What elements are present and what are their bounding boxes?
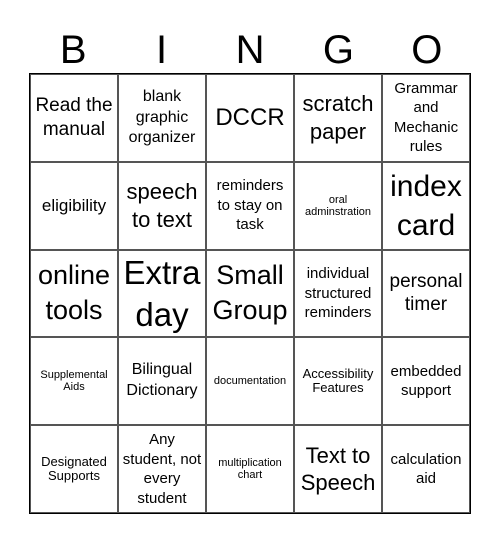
header-letter-g: G: [322, 28, 354, 72]
bingo-cell[interactable]: DCCR: [206, 74, 294, 162]
bingo-cell-label: index card: [390, 169, 462, 242]
bingo-cell[interactable]: blank graphic organizer: [118, 74, 206, 162]
bingo-cell-label: Accessibility Features: [302, 365, 374, 396]
header-letter-b: B: [59, 28, 87, 72]
bingo-cell-label: oral adminstration: [304, 193, 372, 218]
header-letter-n: N: [235, 28, 265, 72]
bingo-header: B I N G O: [29, 28, 471, 72]
bingo-cell-label: Bilingual Dictionary: [126, 361, 198, 400]
bingo-cell[interactable]: Supplemental Aids: [30, 337, 118, 426]
bingo-cell[interactable]: Small Group: [206, 249, 294, 338]
bingo-cell[interactable]: Read the manual: [30, 74, 118, 162]
bingo-cell-label: Designated Supports: [41, 453, 107, 484]
bingo-cell-label: documentation: [213, 375, 287, 388]
bingo-cell[interactable]: eligibility: [30, 161, 118, 250]
bingo-cell-label: scratch paper: [302, 91, 374, 144]
header-letter-i: I: [156, 28, 168, 72]
bingo-cell[interactable]: speech to text: [118, 161, 206, 250]
bingo-cell-label: DCCR: [215, 103, 285, 131]
bingo-cell-label: calculation aid: [390, 450, 462, 488]
bingo-cell[interactable]: index card: [382, 161, 470, 250]
bingo-grid: Read the manual blank graphic organizer DC…: [29, 73, 471, 514]
bingo-cell-label: Extra day: [123, 254, 201, 333]
bingo-cell[interactable]: Extra day: [118, 249, 206, 338]
bingo-cell[interactable]: Bilingual Dictionary: [118, 337, 206, 426]
bingo-cell-label: eligibility: [41, 195, 107, 215]
bingo-cell[interactable]: calculation aid: [382, 425, 470, 513]
bingo-cell[interactable]: Text to Speech: [294, 425, 382, 513]
bingo-cell[interactable]: documentation: [206, 337, 294, 426]
bingo-cell[interactable]: Designated Supports: [30, 425, 118, 513]
bingo-cell-label: Small Group: [212, 260, 288, 326]
bingo-cell-label: Read the manual: [35, 95, 113, 140]
header-letter-o: O: [411, 28, 443, 72]
bingo-cell-label: Supplemental Aids: [40, 369, 108, 394]
bingo-cell-label: online tools: [37, 260, 111, 326]
bingo-cell-label: individual structured reminders: [304, 265, 372, 322]
bingo-cell-label: multiplication chart: [218, 457, 282, 482]
bingo-cell-label: Grammar and Mechanic rules: [393, 79, 459, 156]
bingo-cell[interactable]: scratch paper: [294, 74, 382, 162]
bingo-cell[interactable]: individual structured reminders: [294, 249, 382, 338]
bingo-cell-label: reminders to stay on task: [216, 177, 284, 234]
bingo-cell[interactable]: reminders to stay on task: [206, 161, 294, 250]
bingo-cell[interactable]: oral adminstration: [294, 161, 382, 250]
bingo-cell-label: speech to text: [126, 179, 198, 232]
bingo-cell[interactable]: multiplication chart: [206, 425, 294, 513]
bingo-cell[interactable]: online tools: [30, 249, 118, 338]
bingo-cell-label: personal timer: [389, 270, 463, 316]
bingo-cell-label: blank graphic organizer: [128, 87, 196, 147]
bingo-cell-label: Any student, not every student: [122, 431, 202, 507]
bingo-cell-label: embedded support: [390, 362, 462, 400]
bingo-cell[interactable]: Any student, not every student: [118, 425, 206, 513]
bingo-cell[interactable]: Grammar and Mechanic rules: [382, 74, 470, 162]
bingo-cell[interactable]: personal timer: [382, 249, 470, 338]
bingo-cell[interactable]: Accessibility Features: [294, 337, 382, 426]
bingo-cell[interactable]: embedded support: [382, 337, 470, 426]
bingo-cell-label: Text to Speech: [300, 442, 376, 496]
